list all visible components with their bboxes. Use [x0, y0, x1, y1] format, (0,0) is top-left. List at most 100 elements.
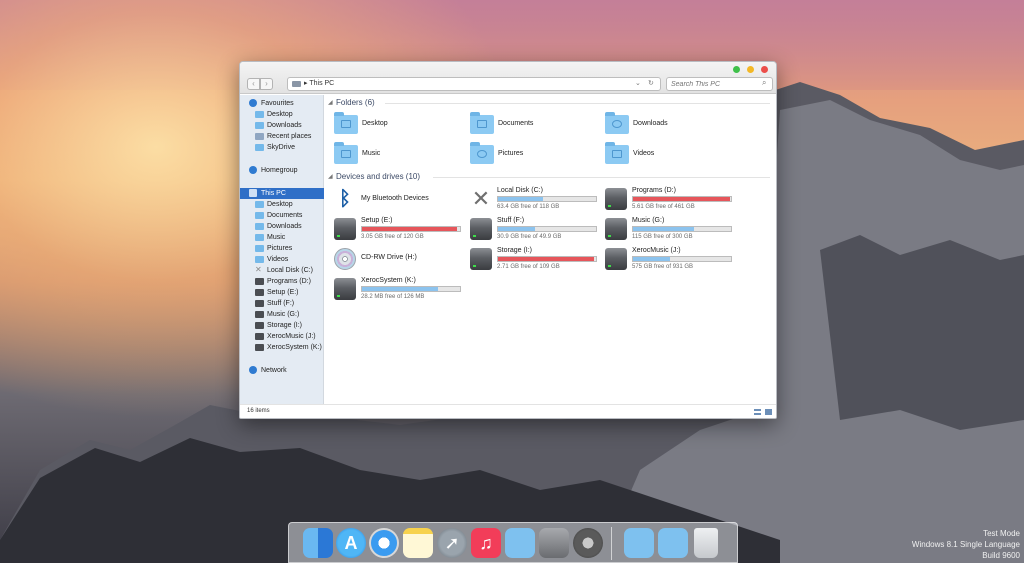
sidebar-homegroup[interactable]: Homegroup [240, 165, 324, 176]
sidebar-label: Videos [267, 256, 289, 263]
maximize-button[interactable] [733, 66, 740, 73]
drive-icon [334, 278, 356, 300]
sidebar-item-programs-d[interactable]: Programs (D:) [240, 276, 324, 287]
folder-documents-icon [470, 112, 494, 134]
drive-usage-bar [497, 256, 597, 262]
sidebar-item-videos[interactable]: Videos [240, 254, 324, 265]
drive-xerocmusic-j[interactable]: XerocMusic (J:) 575 GB free of 931 GB [605, 247, 737, 273]
search-icon[interactable]: ⌕ [762, 78, 766, 88]
folder-videos[interactable]: Videos [605, 142, 735, 167]
sidebar-item-pictures[interactable]: Pictures [240, 243, 324, 254]
folder-icon [255, 122, 264, 129]
sidebar-this-pc[interactable]: This PC [240, 188, 324, 199]
recent-places-icon [255, 133, 264, 140]
sidebar-label: Programs (D:) [267, 278, 311, 285]
drive-usage-fill [633, 227, 694, 231]
drive-usage-fill [633, 257, 671, 261]
sidebar-item-setup-e[interactable]: Setup (E:) [240, 287, 324, 298]
notes-icon[interactable] [403, 528, 433, 558]
sidebar-item-desktop[interactable]: Desktop [240, 199, 324, 210]
folder-documents[interactable]: Documents [470, 112, 600, 137]
x-drive-icon: ✕ [471, 186, 491, 211]
sidebar-item-storage-i[interactable]: Storage (I:) [240, 320, 324, 331]
drive-programs-d[interactable]: Programs (D:) 5.61 GB free of 461 GB [605, 187, 737, 213]
drive-name: XerocMusic (J:) [632, 247, 681, 254]
skydrive-icon [255, 144, 264, 151]
network-icon [249, 366, 257, 374]
folder-music[interactable]: Music [334, 142, 464, 167]
details-view-icon[interactable] [754, 409, 761, 415]
breadcrumb[interactable]: ▸ This PC [304, 78, 334, 90]
drive-stuff-f[interactable]: Stuff (F:) 30.9 GB free of 49.9 GB [470, 217, 602, 243]
address-bar[interactable]: ▸ This PC ⌄ ↻ [287, 77, 661, 91]
drive-setup-e[interactable]: Setup (E:) 3.05 GB free of 120 GB [334, 217, 466, 243]
sidebar-favourites[interactable]: Favourites [240, 98, 324, 109]
folder-icon[interactable] [505, 528, 535, 558]
sidebar-label: XerocSystem (K:) [267, 344, 322, 351]
drive-icon [255, 333, 264, 340]
folder-desktop-icon [334, 112, 358, 134]
folder-desktop[interactable]: Desktop [334, 112, 464, 137]
sidebar-item-xerocmusic-j[interactable]: XerocMusic (J:) [240, 331, 324, 342]
sidebar-item-local-disk-c[interactable]: ✕ Local Disk (C:) [240, 265, 324, 276]
sidebar-label: Downloads [267, 122, 302, 129]
drive-music-g[interactable]: Music (G:) 115 GB free of 300 GB [605, 217, 737, 243]
drive-free-space: 63.4 GB free of 118 GB [497, 204, 560, 210]
devices-section-title[interactable]: Devices and drives (10) [336, 172, 420, 181]
drive-xerocsystem-k[interactable]: XerocSystem (K:) 28.2 MB free of 126 MB [334, 277, 466, 303]
collapse-icon[interactable]: ◢ [328, 99, 333, 106]
documents-folder-icon[interactable] [658, 528, 688, 558]
drive-name: Stuff (F:) [497, 217, 525, 224]
drive-local-disk-c[interactable]: ✕ Local Disk (C:) 63.4 GB free of 118 GB [470, 187, 602, 213]
chevron-down-icon[interactable]: ⌄ [635, 78, 641, 90]
drive-icon [255, 278, 264, 285]
forward-button[interactable]: › [260, 78, 273, 90]
drive-name: Storage (I:) [497, 247, 533, 254]
folders-section-title[interactable]: Folders (6) [336, 98, 375, 107]
sidebar-item-music[interactable]: Music [240, 232, 324, 243]
music-icon[interactable]: ♫ [471, 528, 501, 558]
search-input[interactable] [671, 78, 761, 90]
search-box[interactable]: ⌕ [666, 77, 773, 91]
sidebar-item-downloads[interactable]: Downloads [240, 120, 324, 131]
settings-gear-icon[interactable] [573, 528, 603, 558]
app-store-icon[interactable]: A [336, 528, 366, 558]
tiles-view-icon[interactable] [765, 409, 772, 415]
folder-name: Downloads [633, 120, 668, 127]
drive-icon [255, 322, 264, 329]
close-button[interactable] [761, 66, 768, 73]
folder-icon[interactable] [624, 528, 654, 558]
sidebar-network[interactable]: Network [240, 365, 324, 376]
refresh-icon[interactable]: ↻ [648, 78, 654, 90]
drive-icon [334, 218, 356, 240]
collapse-icon[interactable]: ◢ [328, 173, 333, 180]
folder-name: Pictures [498, 150, 524, 157]
safari-icon[interactable] [369, 528, 399, 558]
device-bluetooth[interactable]: ᛒ My Bluetooth Devices [334, 187, 466, 213]
minimize-button[interactable] [747, 66, 754, 73]
sidebar-item-music-g[interactable]: Music (G:) [240, 309, 324, 320]
folder-videos-icon [605, 142, 629, 164]
sidebar-item-documents[interactable]: Documents [240, 210, 324, 221]
sidebar-item-skydrive[interactable]: SkyDrive [240, 142, 324, 153]
folder-pictures[interactable]: Pictures [470, 142, 600, 167]
drive-cd-rw-h[interactable]: CD-RW Drive (H:) [334, 247, 466, 273]
cd-icon [334, 248, 356, 270]
sidebar-item-desktop[interactable]: Desktop [240, 109, 324, 120]
folder-downloads[interactable]: Downloads [605, 112, 735, 137]
dock-separator [611, 527, 612, 560]
sidebar-item-downloads[interactable]: Downloads [240, 221, 324, 232]
back-button[interactable]: ‹ [247, 78, 260, 90]
folder-icon [255, 223, 264, 230]
trash-icon[interactable] [694, 528, 718, 558]
sidebar-item-stuff-f[interactable]: Stuff (F:) [240, 298, 324, 309]
finder-icon[interactable] [303, 528, 333, 558]
breadcrumb-this-pc[interactable]: This PC [309, 80, 334, 87]
sidebar-item-xerocsystem-k[interactable]: XerocSystem (K:) [240, 342, 324, 353]
sidebar-item-recent-places[interactable]: Recent places [240, 131, 324, 142]
drive-storage-i[interactable]: Storage (I:) 2.71 GB free of 109 GB [470, 247, 602, 273]
drive-usage-fill [362, 227, 458, 231]
drive-icon [255, 300, 264, 307]
launchpad-icon[interactable]: ➚ [437, 528, 467, 558]
drive-icon[interactable] [539, 528, 569, 558]
